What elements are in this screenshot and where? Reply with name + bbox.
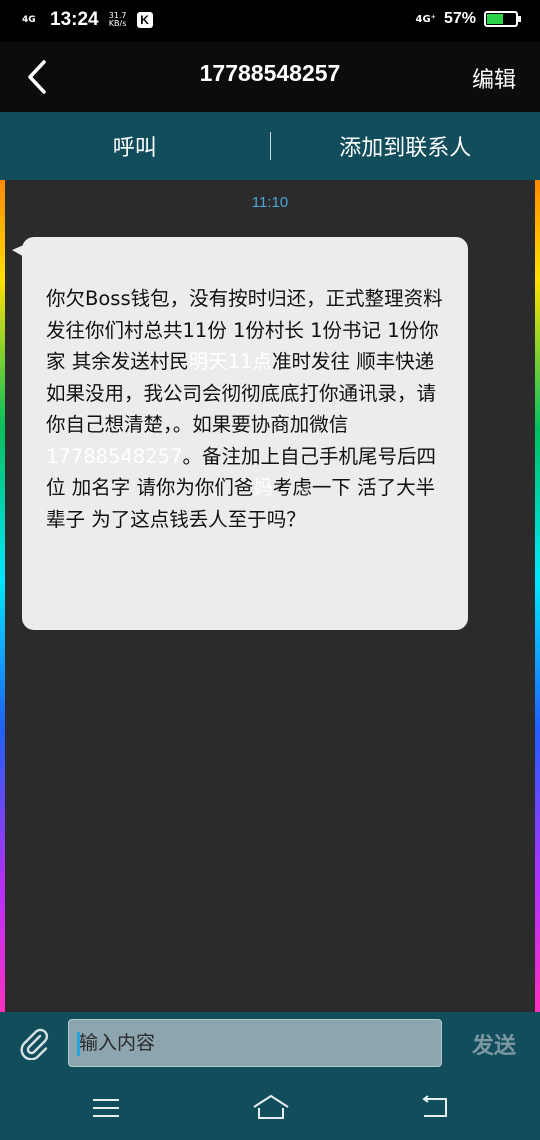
message-link-time[interactable]: 明天11点 bbox=[189, 350, 272, 373]
attach-button[interactable] bbox=[18, 1026, 50, 1061]
page-title: 17788548257 bbox=[199, 60, 341, 86]
status-bar: 4G 13:24 31.7 KB/s K 4G⁺ 57% bbox=[0, 0, 540, 42]
paperclip-icon bbox=[20, 1028, 49, 1061]
action-bar: 呼叫 添加到联系人 bbox=[0, 112, 540, 180]
edge-glow-left bbox=[0, 180, 5, 1012]
network-type: 4G⁺ bbox=[415, 13, 436, 25]
edge-glow-right bbox=[535, 180, 540, 1012]
back-icon bbox=[422, 1095, 447, 1117]
send-button[interactable]: 发送 bbox=[472, 1028, 516, 1060]
nav-home-button[interactable] bbox=[252, 1094, 290, 1122]
signal-indicator: 4G bbox=[22, 14, 36, 25]
conversation-area[interactable]: 11:10 你欠Boss钱包，没有按时归还，正式整理资料发往你们村总共11份 1… bbox=[0, 180, 540, 1012]
network-speed: 31.7 KB/s bbox=[105, 12, 131, 28]
edit-button[interactable]: 编辑 bbox=[472, 62, 516, 94]
battery-icon bbox=[484, 11, 521, 27]
menu-icon bbox=[93, 1099, 119, 1117]
battery-percent: 57% bbox=[443, 10, 476, 27]
message-link-ma[interactable]: 妈 bbox=[253, 476, 273, 499]
battery-fill bbox=[487, 14, 503, 24]
call-button[interactable]: 呼叫 bbox=[0, 130, 270, 162]
message-input[interactable] bbox=[68, 1019, 442, 1067]
title-bar: 17788548257 编辑 bbox=[0, 42, 540, 112]
app-badge-icon: K bbox=[136, 12, 153, 28]
message-bubble[interactable]: 你欠Boss钱包，没有按时归还，正式整理资料发往你们村总共11份 1份村长 1份… bbox=[22, 237, 468, 630]
add-contact-button[interactable]: 添加到联系人 bbox=[271, 130, 540, 162]
message-timestamp: 11:10 bbox=[251, 194, 289, 211]
status-right: 4G⁺ 57% bbox=[415, 10, 521, 28]
network-speed-unit: KB/s bbox=[108, 19, 127, 28]
nav-menu-button[interactable] bbox=[92, 1098, 120, 1118]
status-left: 4G 13:24 31.7 KB/s K bbox=[22, 9, 153, 31]
system-nav-bar bbox=[0, 1076, 540, 1140]
text-caret bbox=[77, 1032, 80, 1056]
composer-bar: 发送 bbox=[0, 1012, 540, 1076]
message-link-phone[interactable]: 17788548257 bbox=[46, 445, 182, 468]
status-time: 13:24 bbox=[50, 9, 99, 30]
nav-back-button[interactable] bbox=[420, 1094, 450, 1120]
home-icon bbox=[253, 1095, 289, 1119]
